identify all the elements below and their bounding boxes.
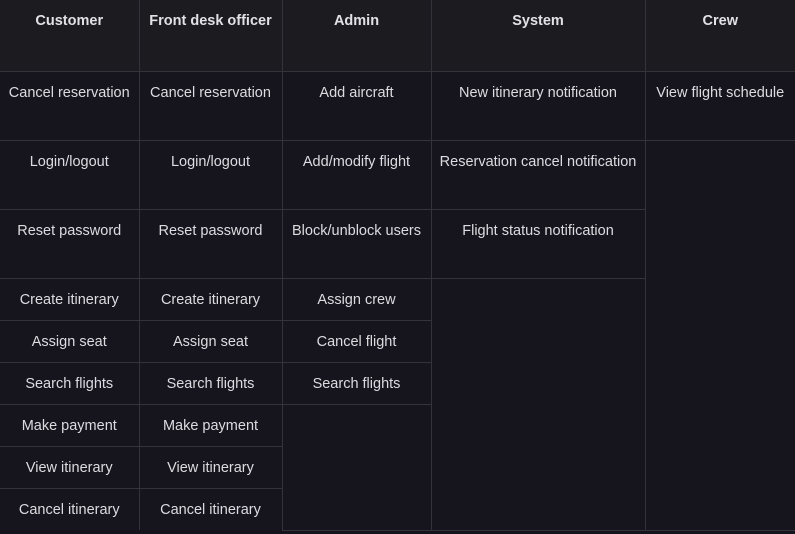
customer-cell: Make payment xyxy=(0,404,140,447)
header-front-desk-officer: Front desk officer xyxy=(138,0,283,72)
crew-cell: View flight schedule xyxy=(644,71,795,141)
customer-cell: Cancel itinerary xyxy=(0,488,140,530)
header-crew: Crew xyxy=(644,0,795,72)
front-desk-cell: Make payment xyxy=(138,404,283,447)
customer-cell: Create itinerary xyxy=(0,278,140,321)
admin-cell: Cancel flight xyxy=(281,320,432,363)
system-cell: New itinerary notification xyxy=(430,71,646,141)
customer-cell: View itinerary xyxy=(0,446,140,489)
front-desk-cell: Create itinerary xyxy=(138,278,283,321)
front-desk-cell: Cancel reservation xyxy=(138,71,283,141)
front-desk-cell: View itinerary xyxy=(138,446,283,489)
system-empty-cell xyxy=(430,278,646,531)
header-system: System xyxy=(430,0,646,72)
header-admin: Admin xyxy=(281,0,432,72)
use-case-table: Customer Front desk officer Admin System… xyxy=(0,0,795,531)
admin-cell: Block/unblock users xyxy=(281,209,432,279)
front-desk-cell: Search flights xyxy=(138,362,283,405)
admin-cell: Add aircraft xyxy=(281,71,432,141)
table-row: Cancel reservation Cancel reservation Ad… xyxy=(0,71,795,141)
admin-empty-cell xyxy=(281,404,432,531)
front-desk-cell: Reset password xyxy=(138,209,283,279)
customer-cell: Reset password xyxy=(0,209,140,279)
front-desk-cell: Login/logout xyxy=(138,140,283,210)
customer-cell: Assign seat xyxy=(0,320,140,363)
header-row: Customer Front desk officer Admin System… xyxy=(0,0,795,72)
system-cell: Flight status notification xyxy=(430,209,646,279)
admin-cell: Add/modify flight xyxy=(281,140,432,210)
crew-empty-cell xyxy=(644,140,795,531)
admin-cell: Search flights xyxy=(281,362,432,405)
customer-cell: Search flights xyxy=(0,362,140,405)
table-row: Login/logout Login/logout Add/modify fli… xyxy=(0,140,795,531)
front-desk-cell: Cancel itinerary xyxy=(138,488,283,530)
customer-cell: Login/logout xyxy=(0,140,140,210)
admin-cell: Assign crew xyxy=(281,278,432,321)
header-customer: Customer xyxy=(0,0,140,72)
front-desk-cell: Assign seat xyxy=(138,320,283,363)
customer-cell: Cancel reservation xyxy=(0,71,140,141)
system-cell: Reservation cancel notification xyxy=(430,140,646,210)
